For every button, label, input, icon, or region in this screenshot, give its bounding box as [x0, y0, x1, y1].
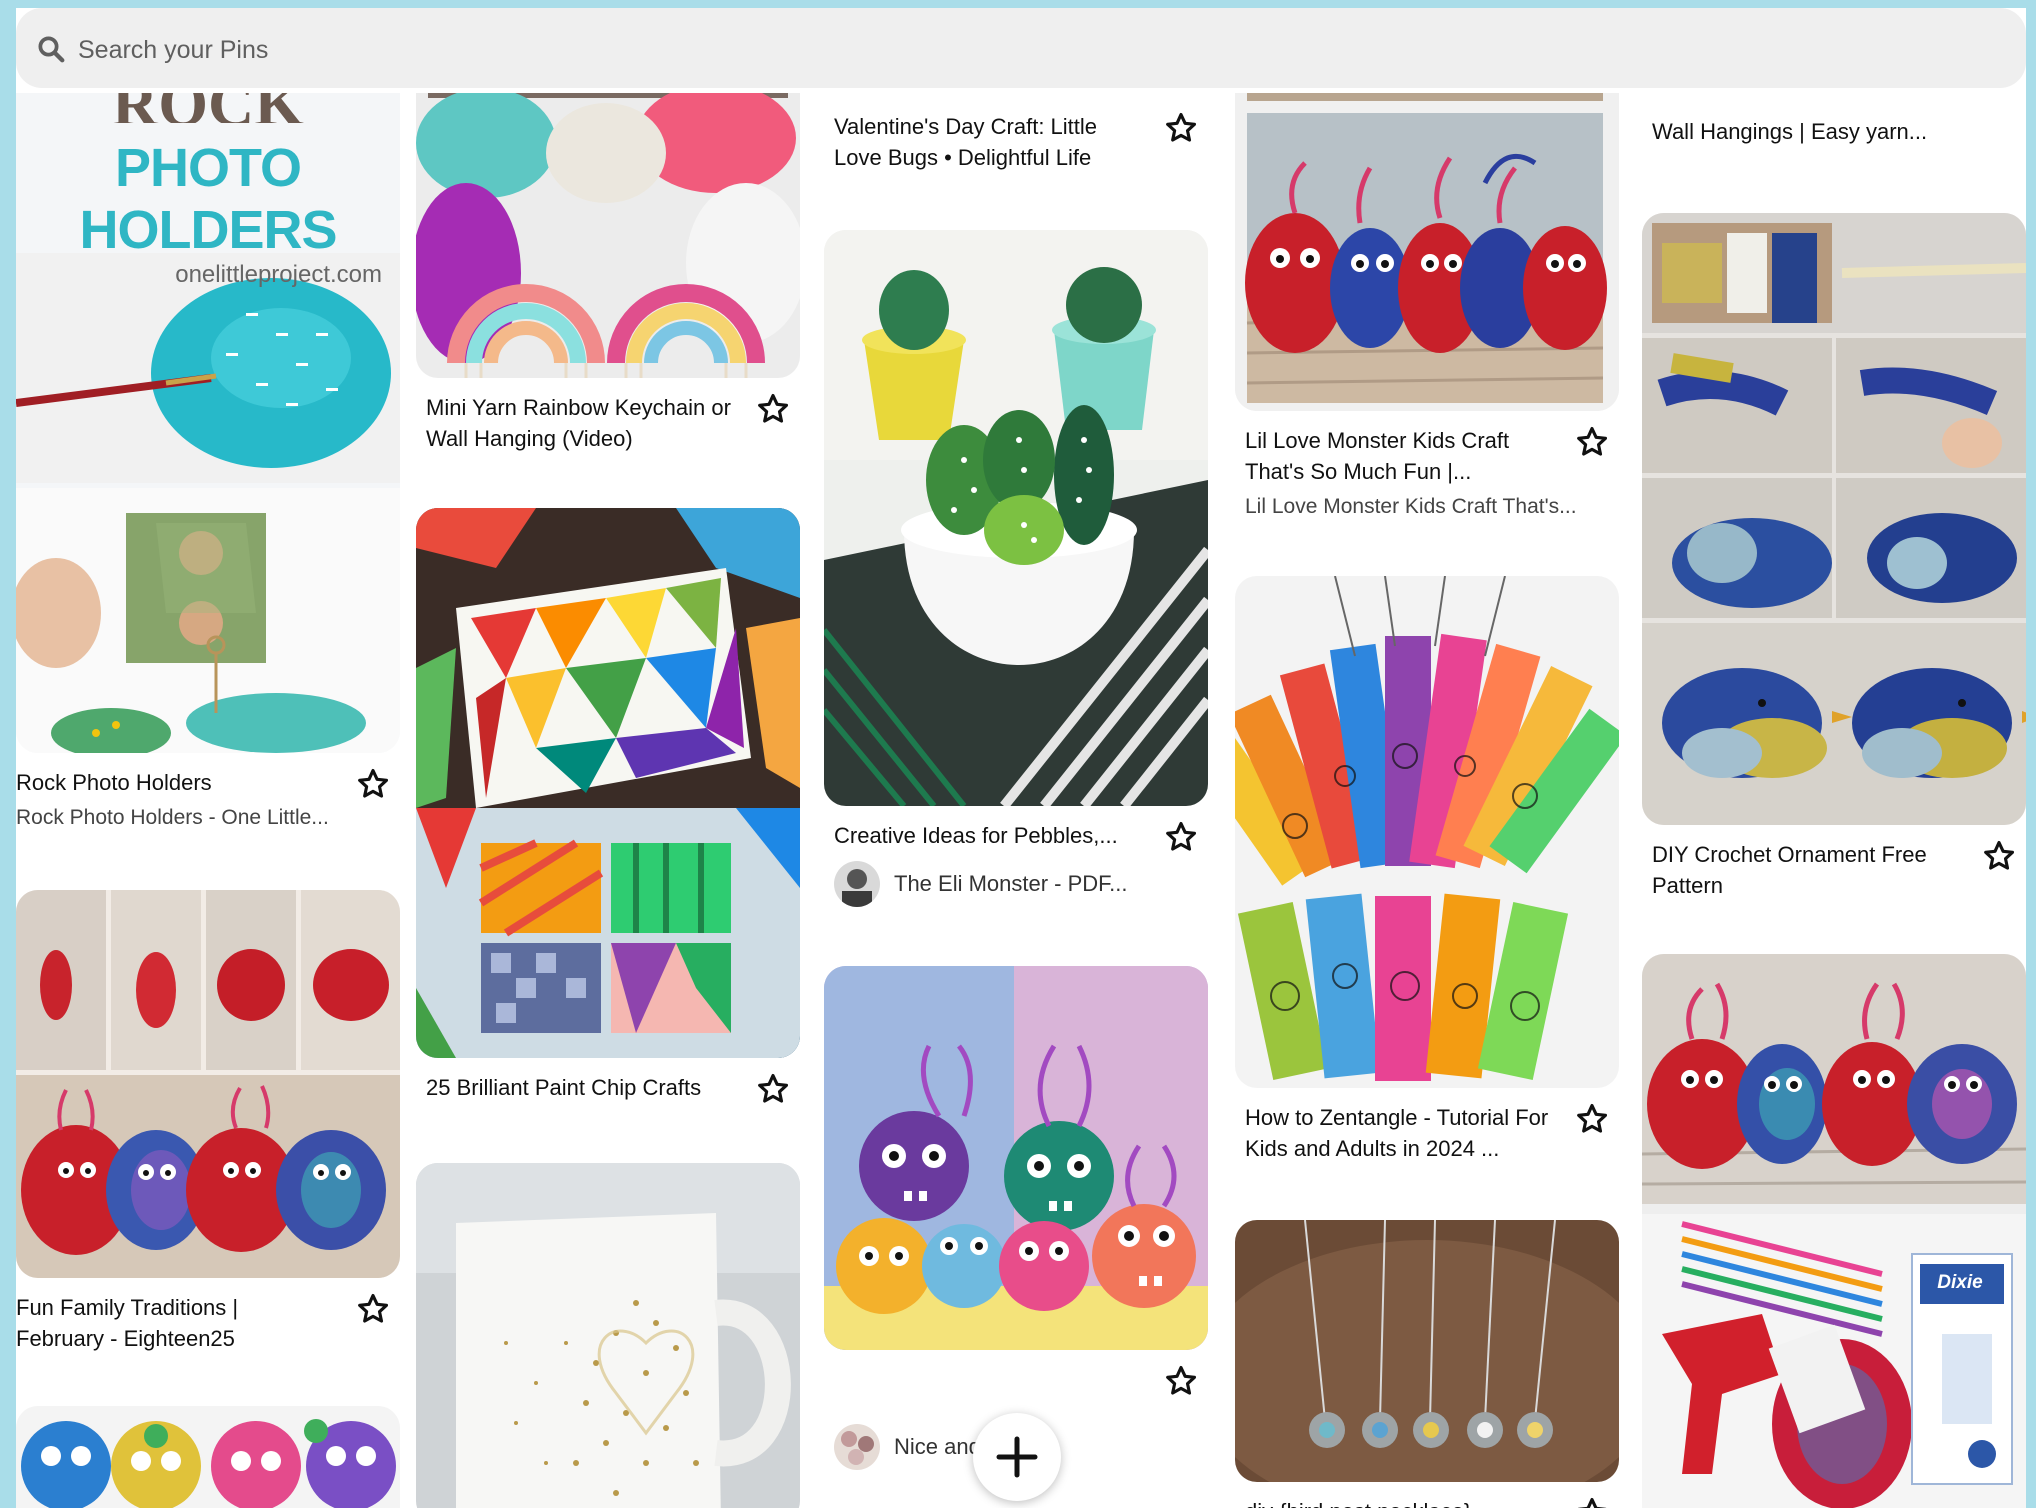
pin-subtitle: Rock Photo Holders - One Little...	[16, 806, 329, 829]
pin-heart-mug[interactable]	[416, 1163, 800, 1508]
pin-fun-family-traditions[interactable]: Fun Family Traditions | February - Eight…	[16, 890, 400, 1354]
dixie-logo: Dixie	[1937, 1272, 1983, 1293]
pin-title[interactable]: Lil Love Monster Kids Craft That's So Mu…	[1245, 425, 1555, 487]
star-icon[interactable]	[1164, 820, 1198, 854]
pin-image[interactable]	[1235, 1220, 1619, 1482]
star-icon[interactable]	[1575, 425, 1609, 459]
pin-title[interactable]: Fun Family Traditions | February - Eight…	[16, 1292, 326, 1354]
pin-title[interactable]: Valentine's Day Craft: Little Love Bugs …	[834, 111, 1144, 173]
add-pin-button[interactable]	[973, 1413, 1061, 1501]
pin-pom-pom-monsters[interactable]: Nice and ... ized	[824, 966, 1208, 1470]
pin-image[interactable]	[416, 1163, 800, 1508]
star-icon[interactable]	[756, 392, 790, 426]
pin-image[interactable]	[16, 1406, 400, 1508]
pin-valentines-love-bugs[interactable]: Valentine's Day Craft: Little Love Bugs …	[824, 103, 1208, 173]
star-icon[interactable]	[1575, 1496, 1609, 1508]
pin-image[interactable]	[416, 508, 800, 1058]
pin-yarn-monster-supplies[interactable]: Dixie	[1642, 954, 2026, 1508]
pin-image[interactable]: Dixie	[1642, 954, 2026, 1508]
pin-title[interactable]: 25 Brilliant Paint Chip Crafts	[426, 1072, 736, 1103]
pin-creative-pebbles[interactable]: Creative Ideas for Pebbles,... The Eli M…	[824, 230, 1208, 907]
pin-paint-chip-crafts[interactable]: 25 Brilliant Paint Chip Crafts	[416, 508, 800, 1103]
pin-image[interactable]: ROCK PHOTO HOLDERS onelittleproject.com	[16, 93, 400, 753]
pin-bird-nest-necklace[interactable]: diy {bird nest necklace}	[1235, 1220, 1619, 1508]
pin-image[interactable]	[416, 93, 800, 378]
avatar[interactable]	[834, 1424, 880, 1470]
pin-title[interactable]: Creative Ideas for Pebbles,...	[834, 820, 1144, 851]
pin-image[interactable]	[1642, 213, 2026, 825]
pin-image[interactable]	[1235, 576, 1619, 1088]
star-icon[interactable]	[356, 1292, 390, 1326]
star-icon[interactable]	[1982, 839, 2016, 873]
pin-title[interactable]: DIY Crochet Ornament Free Pattern	[1652, 839, 1962, 901]
pin-lil-love-monster[interactable]: Lil Love Monster Kids Craft That's So Mu…	[1235, 93, 1619, 521]
pin-yarn-monsters-keychains[interactable]	[16, 1406, 400, 1508]
pin-title[interactable]: Wall Hangings | Easy yarn...	[1652, 116, 1962, 147]
search-input[interactable]	[76, 24, 1980, 76]
star-icon[interactable]	[1575, 1102, 1609, 1136]
pin-rock-photo-holders[interactable]: ROCK PHOTO HOLDERS onelittleproject.com …	[16, 93, 400, 832]
star-icon[interactable]	[1164, 1364, 1198, 1398]
pin-image[interactable]	[1235, 93, 1619, 411]
owner-name: The Eli Monster - PDF...	[894, 871, 1128, 896]
star-icon[interactable]	[356, 767, 390, 801]
star-icon[interactable]	[1164, 111, 1198, 145]
search-icon	[38, 36, 65, 63]
pin-title[interactable]: Rock Photo Holders	[16, 767, 326, 798]
image-overlay-text: ROCK PHOTO HOLDERS onelittleproject.com	[16, 93, 400, 289]
pin-owner[interactable]: The Eli Monster - PDF...	[834, 861, 1208, 907]
pin-grid: ROCK PHOTO HOLDERS onelittleproject.com …	[16, 8, 2026, 1508]
pin-diy-crochet-ornament[interactable]: DIY Crochet Ornament Free Pattern	[1642, 213, 2026, 901]
pin-title[interactable]: How to Zentangle - Tutorial For Kids and…	[1245, 1102, 1555, 1164]
overlay-url: onelittleproject.com	[175, 261, 382, 288]
pin-image[interactable]	[824, 230, 1208, 806]
pin-subtitle: Lil Love Monster Kids Craft That's...	[1245, 495, 1575, 518]
overlay-title: ROCK	[16, 93, 400, 123]
pin-image[interactable]	[824, 966, 1208, 1350]
star-icon[interactable]	[756, 1072, 790, 1106]
pin-wall-hangings[interactable]: Wall Hangings | Easy yarn...	[1642, 108, 2026, 147]
pin-image[interactable]	[16, 890, 400, 1278]
pins-board: ROCK PHOTO HOLDERS onelittleproject.com …	[16, 8, 2026, 1508]
avatar[interactable]	[834, 861, 880, 907]
pin-zentangle-tutorial[interactable]: How to Zentangle - Tutorial For Kids and…	[1235, 576, 1619, 1164]
plus-icon	[996, 1436, 1038, 1478]
pin-title[interactable]: Mini Yarn Rainbow Keychain or Wall Hangi…	[426, 392, 736, 454]
overlay-title-2: PHOTO HOLDERS	[79, 138, 337, 260]
search-bar[interactable]	[16, 8, 2026, 88]
pin-mini-yarn-rainbow[interactable]: Mini Yarn Rainbow Keychain or Wall Hangi…	[416, 93, 800, 454]
pin-title[interactable]: diy {bird nest necklace}	[1245, 1496, 1555, 1508]
